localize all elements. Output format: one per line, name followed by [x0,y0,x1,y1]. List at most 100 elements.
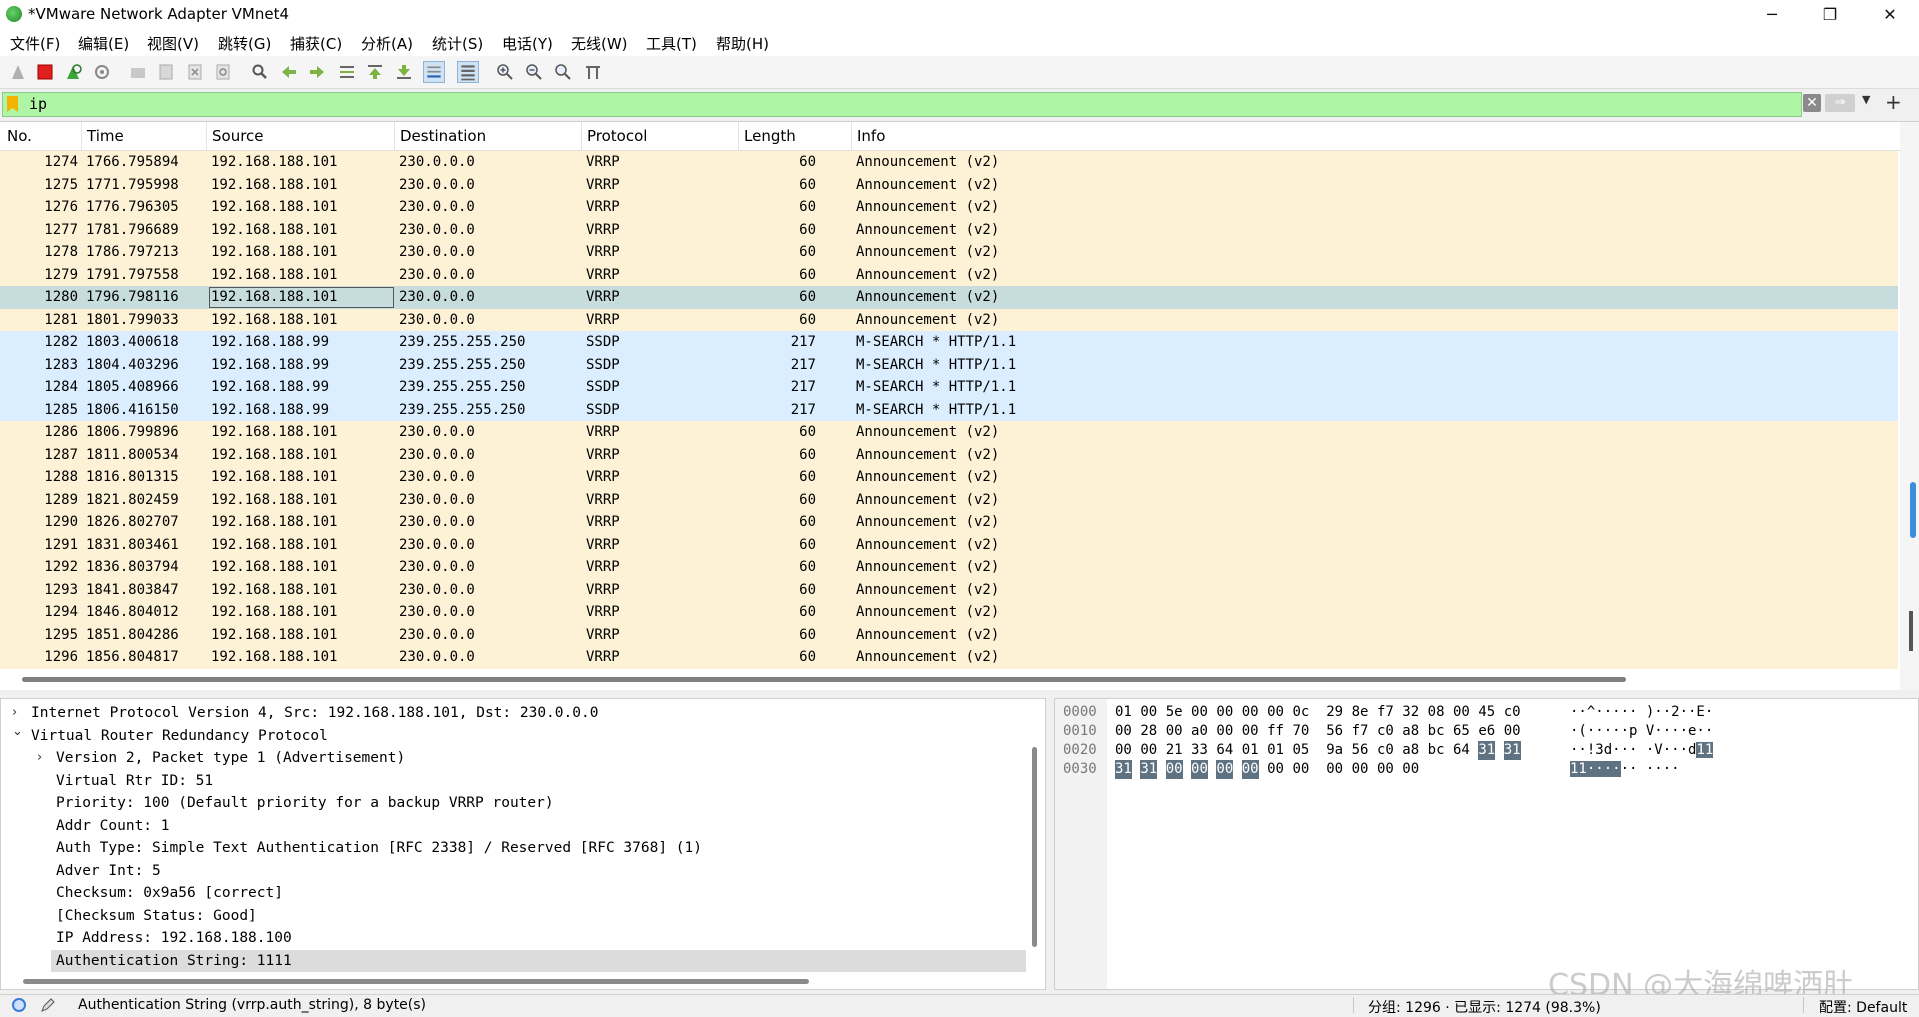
hex-ascii[interactable]: ··!3d··· ·V···d11 [1570,741,1714,760]
detail-tree-item[interactable]: ⌄ Virtual Router Redundancy Protocol [1,724,1031,748]
add-filter-button-icon[interactable]: + [1885,90,1902,114]
hex-byte[interactable]: a8 [1402,741,1419,760]
column-divider[interactable] [738,122,739,150]
packet-list-vertical-scrollbar[interactable] [1900,122,1919,690]
packet-list-scroll-thumb[interactable] [1909,611,1913,651]
hex-byte[interactable]: 00 [1267,760,1284,779]
packet-row[interactable]: 1281 1801.799033 192.168.188.101 230.0.0.0 V… [0,308,1898,331]
hex-ascii[interactable]: 11······ ···· [1570,760,1680,779]
colorize-icon[interactable] [457,61,479,83]
hex-byte[interactable]: 70 [1292,722,1309,741]
column-header-source[interactable]: Source [212,127,264,145]
packet-row[interactable]: 1291 1831.803461 192.168.188.101 230.0.0.0 V… [0,533,1898,556]
resize-columns-icon[interactable] [584,63,602,81]
hex-byte[interactable]: 64 [1216,741,1233,760]
autoscroll-icon[interactable] [423,61,445,83]
hex-byte[interactable]: bc [1428,741,1445,760]
hex-ascii[interactable]: ··^····· )··2··E· [1570,703,1713,722]
hex-byte[interactable]: 05 [1292,741,1309,760]
find-packet-icon[interactable] [251,63,269,81]
go-forward-icon[interactable] [308,63,326,81]
menu-go[interactable]: 跳转(G) [218,33,271,54]
packet-row[interactable]: 1277 1781.796689 192.168.188.101 230.0.0.0 V… [0,218,1898,241]
hex-byte[interactable]: f7 [1377,703,1394,722]
close-file-icon[interactable] [186,63,204,81]
restore-button[interactable]: ❐ [1801,0,1859,28]
column-divider[interactable] [81,122,82,150]
filter-history-dropdown-icon[interactable]: ▼ [1862,93,1870,106]
packet-row[interactable]: 1275 1771.795998 192.168.188.101 230.0.0.0 V… [0,173,1898,196]
packet-row[interactable]: 1287 1811.800534 192.168.188.101 230.0.0.0 V… [0,443,1898,466]
column-header-info[interactable]: Info [857,127,885,145]
hex-byte[interactable]: c0 [1377,722,1394,741]
packet-row[interactable]: 1279 1791.797558 192.168.188.101 230.0.0.0 V… [0,263,1898,286]
packet-list-minimap-marker[interactable] [1910,482,1916,538]
hex-byte[interactable]: f7 [1352,722,1369,741]
hex-byte[interactable]: 31 [1140,760,1158,779]
hex-byte[interactable]: 00 [1292,760,1309,779]
column-header-time[interactable]: Time [87,127,124,145]
packet-row[interactable]: 1282 1803.400618 192.168.188.99 239.255.255… [0,331,1898,354]
hex-byte[interactable]: 29 [1326,703,1343,722]
packet-row[interactable]: 1295 1851.804286 192.168.188.101 230.0.0.0 V… [0,623,1898,646]
hex-byte[interactable]: 5e [1166,703,1183,722]
zoom-normal-icon[interactable] [554,63,572,81]
hex-byte[interactable]: bc [1428,722,1445,741]
hex-byte[interactable]: 00 [1241,760,1259,779]
restart-capture-icon[interactable] [64,63,82,81]
hex-byte[interactable]: 31 [1478,741,1496,760]
packet-row[interactable]: 1283 1804.403296 192.168.188.99 239.255.255… [0,353,1898,376]
column-divider[interactable] [394,122,395,150]
details-vertical-scrollbar[interactable] [1032,747,1037,947]
packet-row[interactable]: 1286 1806.799896 192.168.188.101 230.0.0.0 V… [0,421,1898,444]
hex-ascii[interactable]: ·(·····p V····e·· [1570,722,1713,741]
stop-capture-icon[interactable] [36,63,54,81]
hex-byte[interactable]: 00 [1191,760,1208,779]
hex-byte[interactable]: 33 [1191,741,1208,760]
packet-row[interactable]: 1278 1786.797213 192.168.188.101 230.0.0.0 V… [0,241,1898,264]
detail-tree-item[interactable]: Addr Count: 1 [1,815,1031,838]
menu-telephony[interactable]: 电话(Y) [502,33,553,54]
detail-tree-item[interactable]: IP Address: 192.168.188.100 [1,927,1031,950]
detail-tree-item[interactable]: Virtual Rtr ID: 51 [1,770,1031,793]
hex-byte[interactable]: 00 [1166,722,1183,741]
hex-byte[interactable]: ff [1267,722,1284,741]
status-profile[interactable]: 配置: Default [1819,997,1907,1017]
zoom-in-icon[interactable] [496,63,514,81]
collapsed-chevron-icon[interactable]: › [37,747,42,770]
hex-byte[interactable]: 28 [1140,722,1157,741]
close-button[interactable]: ✕ [1861,0,1919,28]
apply-filter-icon[interactable]: ⇒ [1825,94,1855,112]
hex-byte[interactable]: 00 [1242,703,1259,722]
hex-byte[interactable]: 00 [1115,741,1132,760]
menu-edit[interactable]: 编辑(E) [78,33,129,54]
packet-row[interactable]: 1296 1856.804817 192.168.188.101 230.0.0.0 V… [0,646,1898,669]
clear-filter-icon[interactable]: ✕ [1803,94,1821,112]
packet-row[interactable]: 1274 1766.795894 192.168.188.101 230.0.0.0 V… [0,151,1898,174]
packet-row[interactable]: 1280 1796.798116 192.168.188.101 230.0.0.0 V… [0,286,1898,309]
packet-row[interactable]: 1288 1816.801315 192.168.188.101 230.0.0.0 V… [0,466,1898,489]
hex-byte[interactable]: 00 [1326,760,1343,779]
hex-byte[interactable]: e6 [1478,722,1495,741]
hex-byte[interactable]: 65 [1453,722,1470,741]
column-header-no[interactable]: No. [7,127,32,145]
column-divider[interactable] [206,122,207,150]
packet-row[interactable]: 1294 1846.804012 192.168.188.101 230.0.0.0 V… [0,601,1898,624]
hex-byte[interactable]: 00 [1165,760,1183,779]
hex-byte[interactable]: a0 [1191,722,1208,741]
detail-tree-item[interactable]: › Internet Protocol Version 4, Src: 192.1… [1,702,1031,725]
hex-byte[interactable]: 8e [1352,703,1369,722]
hex-byte[interactable]: a8 [1402,722,1419,741]
hex-byte[interactable]: 31 [1115,760,1132,779]
menu-capture[interactable]: 捕获(C) [290,33,342,54]
menu-analyze[interactable]: 分析(A) [361,33,413,54]
go-last-packet-icon[interactable] [395,63,413,81]
start-capture-icon[interactable] [9,63,27,81]
packet-row[interactable]: 1289 1821.802459 192.168.188.101 230.0.0.0 V… [0,488,1898,511]
menu-view[interactable]: 视图(V) [147,33,199,54]
detail-tree-item[interactable]: Authentication String: 1111 [51,949,1026,972]
reload-file-icon[interactable] [214,63,232,81]
detail-tree-item[interactable]: Auth Type: Simple Text Authentication [R… [1,837,1031,860]
hex-byte[interactable]: 01 [1267,741,1284,760]
save-file-icon[interactable] [157,63,175,81]
